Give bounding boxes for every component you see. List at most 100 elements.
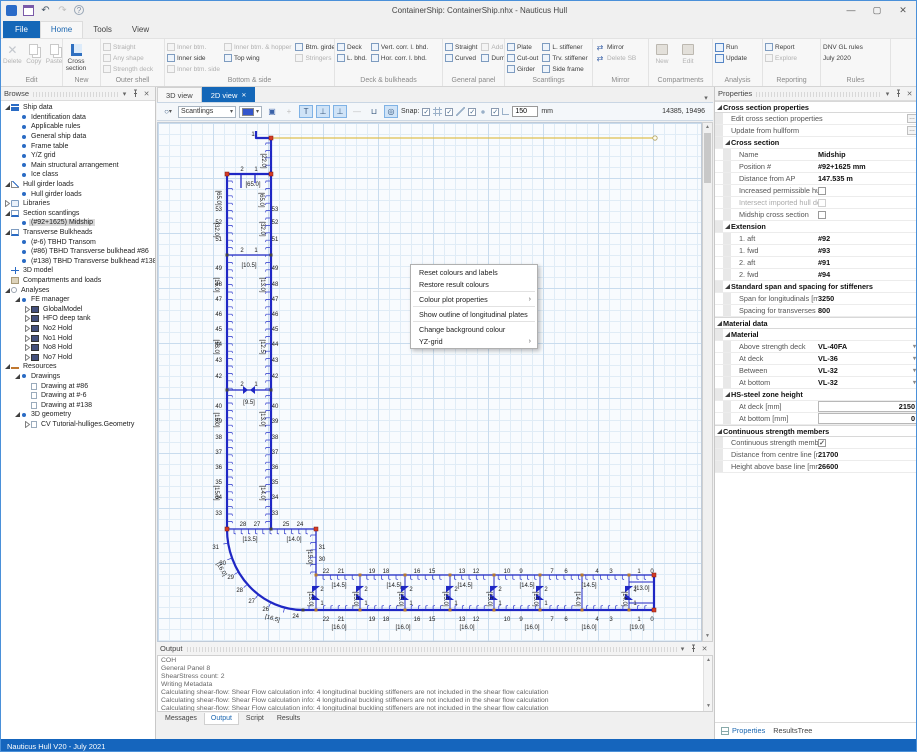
snap-grid-checkbox[interactable]: ✓	[422, 108, 430, 116]
expander-icon[interactable]	[23, 334, 31, 342]
ribbon-button-deck[interactable]: Deck	[337, 42, 367, 52]
panel-drag-handle[interactable]	[187, 647, 677, 652]
panel-menu-icon[interactable]: ▾	[119, 90, 130, 98]
tree-item-drawing-at-138[interactable]: Drawing at #138	[1, 400, 155, 410]
property-row-hs-steel-zone-height[interactable]: HS-steel zone height	[715, 389, 917, 401]
ribbon-button-plate[interactable]: Plate	[507, 42, 538, 52]
tree-item-ship-data[interactable]: Ship data	[1, 103, 155, 113]
property-value[interactable]: VL-40FA▾	[818, 342, 917, 351]
ribbon-tab-tools[interactable]: Tools	[83, 22, 122, 38]
tree-item-hull-girder-loads[interactable]: Hull girder loads	[1, 189, 155, 199]
pin-icon[interactable]	[893, 89, 904, 99]
tree-item-general-ship-data[interactable]: General ship data	[1, 132, 155, 142]
property-value[interactable]: #92+1625 mm	[818, 162, 917, 171]
ribbon-button-curved[interactable]: Curved	[445, 53, 477, 63]
minimize-button[interactable]: —	[838, 2, 864, 19]
ribbon-button-side-frame[interactable]: Side frame	[542, 64, 587, 74]
property-row-standard-span-and-spacing-for-stiffeners[interactable]: Standard span and spacing for stiffeners	[715, 281, 917, 293]
ribbon-button-trv-stiffener[interactable]: Trv. stiffener	[542, 53, 587, 63]
snap-size-input[interactable]	[512, 106, 538, 117]
save-icon[interactable]	[23, 5, 34, 16]
tree-item-frame-table[interactable]: Frame table	[1, 141, 155, 151]
expander-icon[interactable]	[723, 391, 731, 399]
expander-icon[interactable]	[23, 344, 31, 352]
output-tab-output[interactable]: Output	[204, 713, 239, 725]
scrollbar-thumb[interactable]	[704, 133, 711, 183]
ribbon-button-cross-section[interactable]: Cross section	[65, 40, 87, 76]
property-value[interactable]: 26600	[818, 462, 917, 471]
menu-item-colour-plot-properties[interactable]: Colour plot properties›	[411, 293, 537, 305]
property-row-extension[interactable]: Extension	[715, 221, 917, 233]
ribbon-tab-file[interactable]: File	[3, 21, 40, 38]
ribbon-button-l-stiffener[interactable]: L. stiffener	[542, 42, 587, 52]
expander-icon[interactable]	[723, 223, 731, 231]
ribbon-button-straight[interactable]: Straight	[445, 42, 477, 52]
tab-overflow-icon[interactable]: ▾	[699, 94, 713, 102]
property-row-cross-section-properties[interactable]: Cross section properties	[715, 101, 917, 113]
panel-tab-properties[interactable]: Properties	[721, 726, 765, 735]
shape-mode-icon[interactable]: ○▾	[161, 105, 175, 118]
property-value[interactable]: VL-36▾	[818, 354, 917, 363]
ribbon-button-dnv-gl-rules[interactable]: DNV GL rules	[823, 42, 863, 52]
tree-item-resources[interactable]: Resources	[1, 362, 155, 372]
tree-item-drawing-at-6[interactable]: Drawing at #-6	[1, 391, 155, 401]
property-value[interactable]	[818, 199, 917, 207]
ribbon-button-mirror[interactable]: ⇄Mirror	[595, 42, 636, 52]
property-value[interactable]: #91	[818, 258, 917, 267]
display-mode-combo[interactable]: Scantlings▾	[178, 106, 236, 118]
property-value[interactable]: 3250	[818, 294, 917, 303]
ribbon-button-update[interactable]: Update	[715, 53, 747, 63]
ribbon-button-july-2020[interactable]: July 2020	[823, 53, 863, 63]
close-panel-icon[interactable]: ✕	[141, 90, 152, 98]
view-tab-3d-view[interactable]: 3D view	[157, 87, 202, 102]
ribbon-button-run[interactable]: Run	[715, 42, 747, 52]
output-scrollbar[interactable]: ▲ ▼	[703, 656, 712, 711]
menu-item-reset-colours-and-labels[interactable]: Reset colours and labels	[411, 266, 537, 278]
tree-item-no7-hold[interactable]: No7 Hold	[1, 352, 155, 362]
tree-item-92-1625-midship[interactable]: (#92+1625) Midship	[1, 218, 155, 228]
tree-item-compartments-and-loads[interactable]: Compartments and loads	[1, 276, 155, 286]
expander-icon[interactable]	[715, 427, 723, 435]
tree-item-3d-geometry[interactable]: 3D geometry	[1, 410, 155, 420]
expander-icon[interactable]	[3, 286, 11, 294]
frame-tool-icon[interactable]: ⊔	[367, 105, 381, 118]
close-panel-icon[interactable]: ✕	[699, 645, 710, 653]
tree-item-cv-tutorial-hulliges-geometry[interactable]: CV Tutorial-hulliges.Geometry	[1, 420, 155, 430]
tree-item-hull-girder-loads[interactable]: Hull girder loads	[1, 180, 155, 190]
tree-item-main-structural-arrangement[interactable]: Main structural arrangement	[1, 161, 155, 171]
property-value[interactable]: #93	[818, 246, 917, 255]
ribbon-button-hor-corr-l-bhd[interactable]: Hor. corr. l. bhd.	[371, 53, 428, 63]
ribbon-button-btm-girders[interactable]: Btm. girders	[295, 42, 335, 52]
expander-icon[interactable]	[23, 353, 31, 361]
expander-icon[interactable]	[13, 372, 21, 380]
expander-icon[interactable]	[723, 331, 731, 339]
ribbon-button-cut-out[interactable]: Cut-out	[507, 53, 538, 63]
tree-item-transverse-bulkheads[interactable]: Transverse Bulkheads	[1, 228, 155, 238]
tree-item-ice-class[interactable]: Ice class	[1, 170, 155, 180]
property-row-material[interactable]: Material	[715, 329, 917, 341]
ribbon-tab-home[interactable]: Home	[40, 21, 83, 38]
property-value[interactable]: #92	[818, 234, 917, 243]
expander-icon[interactable]	[715, 103, 723, 111]
property-row-cross-section[interactable]: Cross section	[715, 137, 917, 149]
ribbon-button-vert-corr-l-bhd[interactable]: Vert. corr. l. bhd.	[371, 42, 428, 52]
expander-icon[interactable]	[23, 420, 31, 428]
property-value[interactable]: 800	[818, 306, 917, 315]
tree-item-3d-model[interactable]: 3D model	[1, 266, 155, 276]
ellipsis-button[interactable]: …	[907, 114, 917, 123]
tree-item-analyses[interactable]: Analyses	[1, 285, 155, 295]
expander-icon[interactable]	[3, 181, 11, 189]
ribbon-button-inner-side[interactable]: Inner side	[167, 53, 220, 63]
expander-icon[interactable]	[23, 305, 31, 313]
undo-icon[interactable]: ↶	[40, 5, 51, 16]
tree-item-6-tbhd-transom[interactable]: (#-6) TBHD Transom	[1, 237, 155, 247]
property-value[interactable]: Midship	[818, 150, 917, 159]
property-value[interactable]	[818, 211, 917, 219]
expander-icon[interactable]	[723, 139, 731, 147]
scroll-down-icon[interactable]: ▼	[703, 632, 712, 641]
property-row-material-data[interactable]: Material data	[715, 317, 917, 329]
pin-icon[interactable]	[688, 644, 699, 654]
tree-item-drawings[interactable]: Drawings	[1, 372, 155, 382]
pan-tool-icon[interactable]: ▣	[265, 105, 279, 118]
output-tab-results[interactable]: Results	[271, 713, 306, 725]
